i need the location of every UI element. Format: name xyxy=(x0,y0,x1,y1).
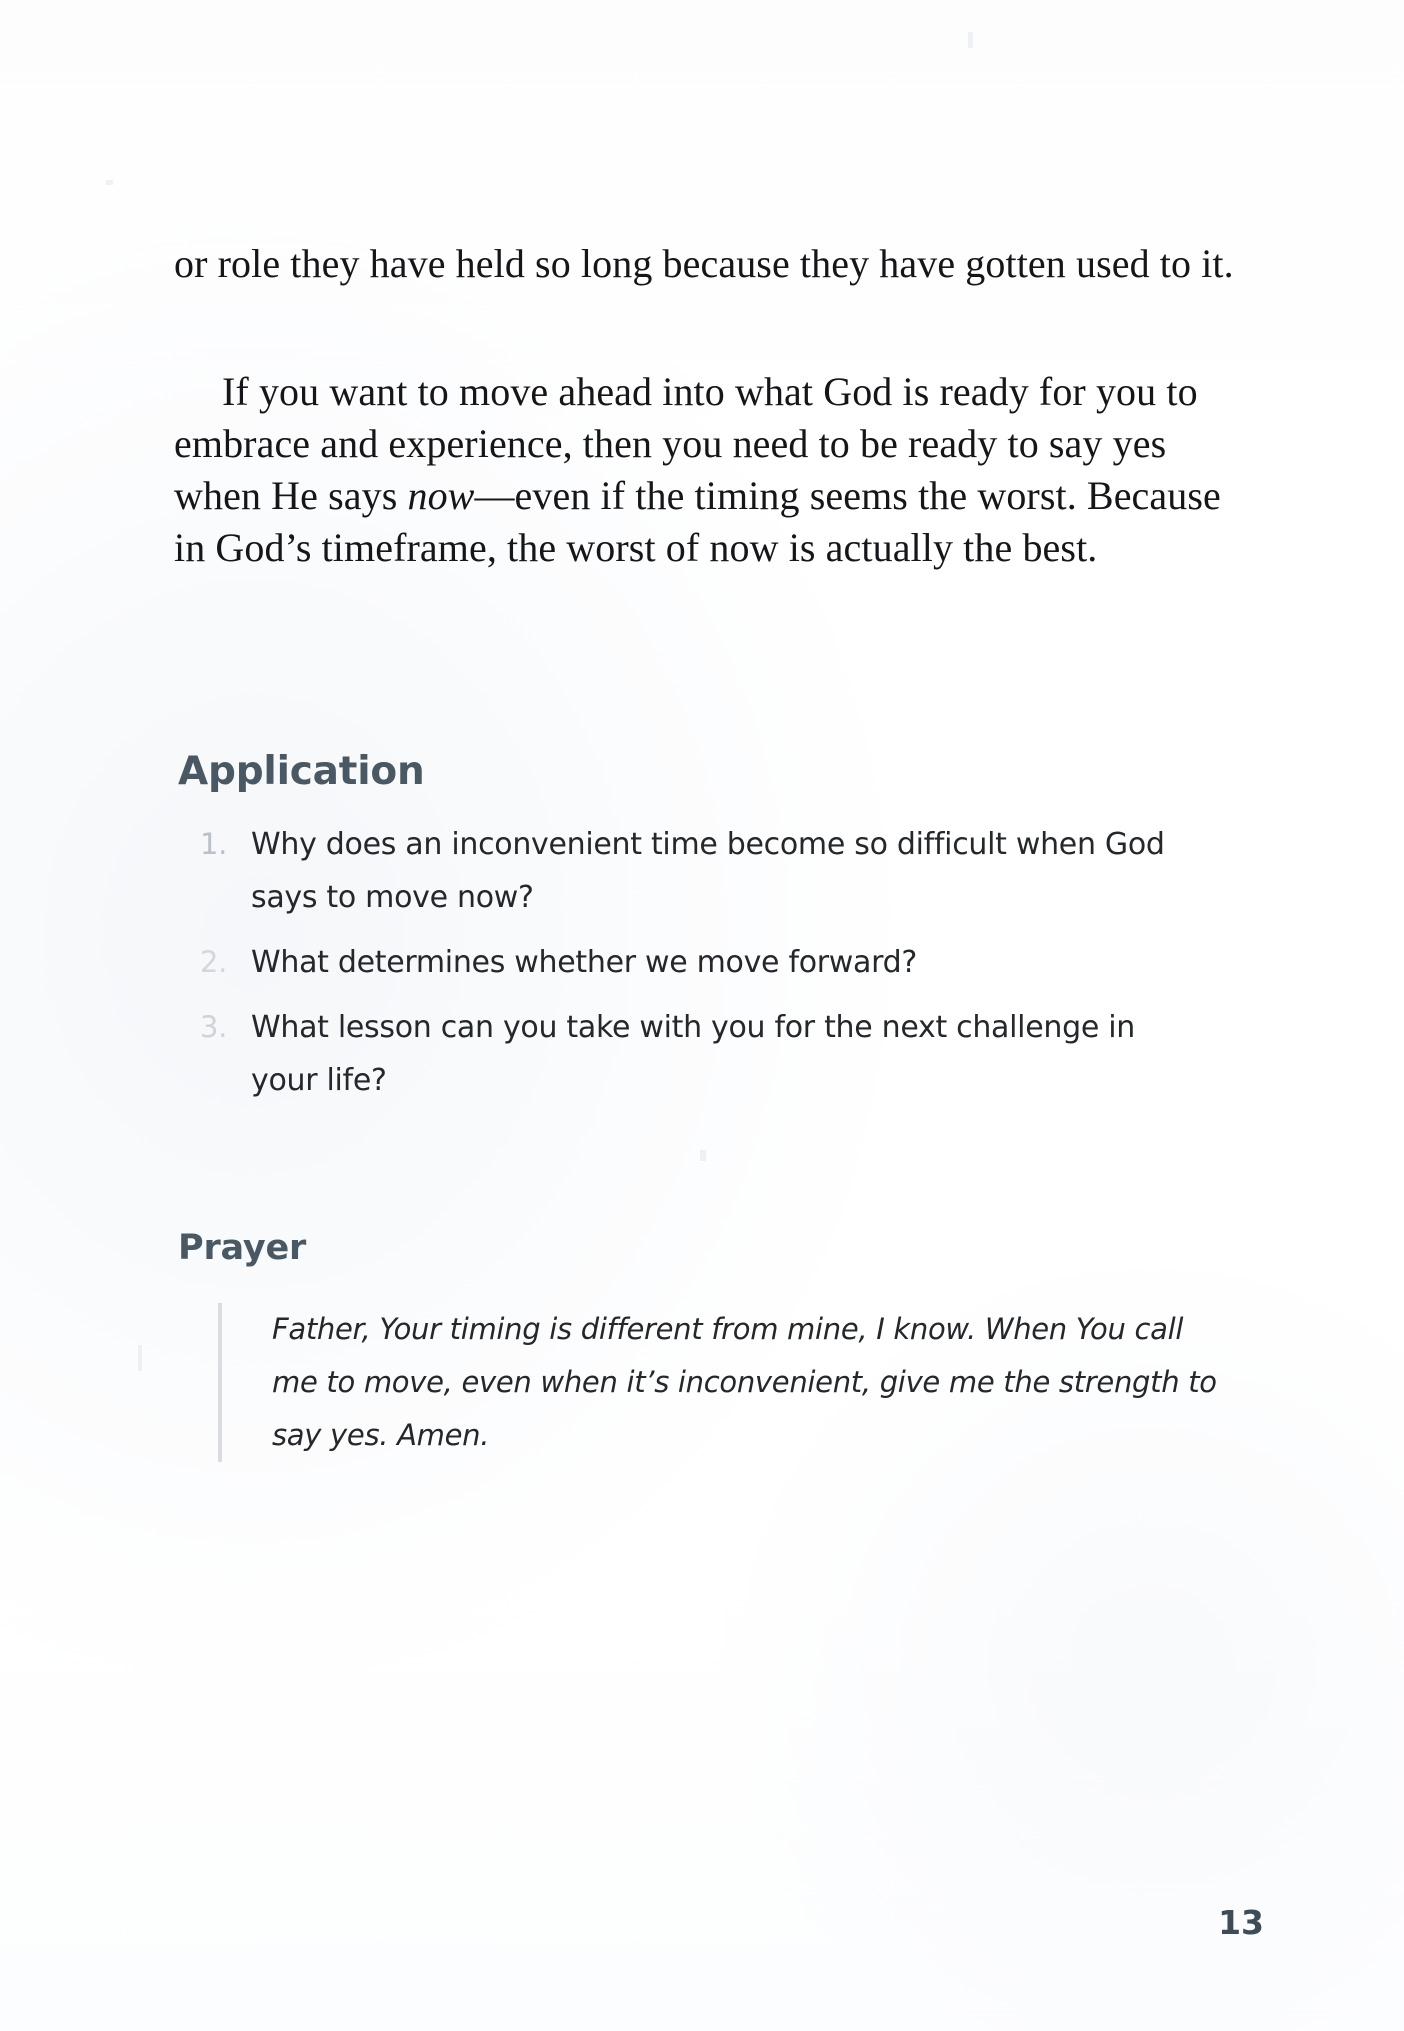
prayer-blockquote: Father, Your timing is different from mi… xyxy=(218,1303,1218,1462)
list-item-number: 2. xyxy=(200,945,228,979)
list-item: 2. What determines whether we move forwa… xyxy=(194,936,1194,989)
body-paragraph-1: or role they have held so long because t… xyxy=(174,241,1234,286)
prayer-text: Father, Your timing is different from mi… xyxy=(272,1312,1217,1452)
body-paragraph-2: If you want to move ahead into what God … xyxy=(174,366,1256,574)
prayer-section-heading: Prayer xyxy=(178,1228,307,1269)
page-number: 13 xyxy=(1218,1903,1264,1942)
list-item: 1. Why does an inconvenient time become … xyxy=(194,818,1194,924)
list-item: 3. What lesson can you take with you for… xyxy=(194,1001,1194,1107)
page-content: or role they have held so long because t… xyxy=(174,0,1264,2031)
body-paragraph-2-emphasis: now xyxy=(407,473,475,518)
list-item-label: Why does an inconvenient time become so … xyxy=(251,827,1165,915)
list-item-label: What determines whether we move forward? xyxy=(251,945,917,980)
list-item-label: What lesson can you take with you for th… xyxy=(251,1010,1135,1098)
list-item-number: 1. xyxy=(200,827,228,861)
application-question-list: 1. Why does an inconvenient time become … xyxy=(194,818,1194,1119)
application-section-heading: Application xyxy=(178,749,425,795)
list-item-number: 3. xyxy=(200,1010,228,1044)
